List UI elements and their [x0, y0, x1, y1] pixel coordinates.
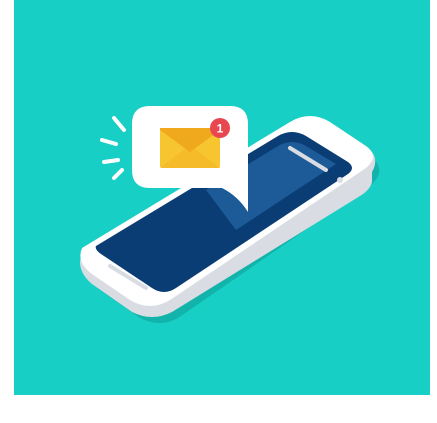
badge-count: 1	[217, 122, 224, 136]
envelope-icon	[160, 128, 220, 168]
illustration-canvas: 1	[0, 0, 437, 423]
phone-camera	[337, 177, 343, 183]
notification-badge: 1	[210, 118, 230, 138]
phone-notification-illustration: 1	[14, 0, 430, 395]
